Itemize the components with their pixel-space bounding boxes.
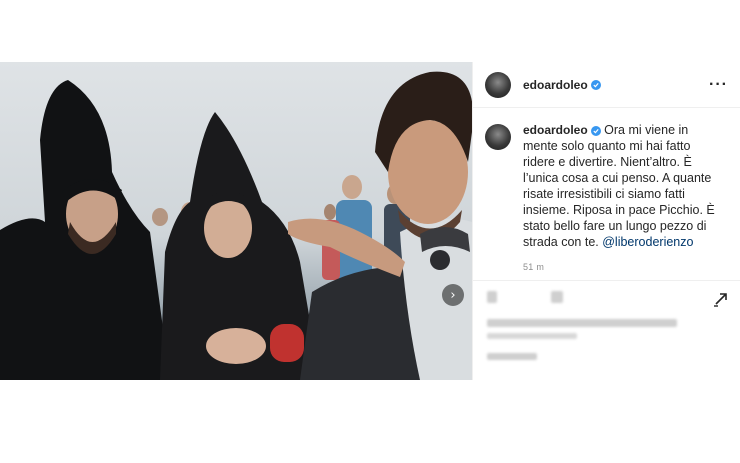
blurred-like-icon[interactable] [487,291,497,303]
avatar[interactable] [485,124,511,150]
post-photo[interactable]: › [0,62,472,380]
post-sidebar: edoardoleo ··· edoardoleo Ora mi viene i… [472,62,740,380]
avatar[interactable] [485,71,511,98]
red-glove [270,324,304,362]
center-monk-hands [206,328,266,364]
verified-badge-icon [590,125,601,136]
caption-text: Ora mi viene in mente solo quanto mi hai… [523,123,715,249]
mention-link[interactable]: @liberoderienzo [602,235,693,249]
carousel-next-button[interactable]: › [442,284,464,306]
background-person [342,175,362,199]
photo-scene [0,71,472,380]
caption-body: edoardoleo Ora mi viene in mente solo qu… [523,122,723,250]
blurred-likes-line [487,333,577,339]
post-timestamp: 51 m [523,262,545,272]
background-person [152,208,168,226]
chevron-right-icon: › [450,287,456,303]
actions-bar [473,280,740,380]
caption-comment: edoardoleo Ora mi viene in mente solo qu… [473,108,740,250]
background-person [324,204,336,220]
post-header: edoardoleo ··· [473,62,740,108]
verified-badge-icon [590,79,601,90]
author-username[interactable]: edoardoleo [523,78,588,92]
blurred-comment-input[interactable] [487,353,537,360]
caption-username[interactable]: edoardoleo [523,123,588,137]
headphones-earcup [430,250,450,270]
blurred-comment-icon[interactable] [551,291,563,303]
blurred-likes-line [487,319,677,327]
more-options-button[interactable]: ··· [709,76,728,92]
center-monk-face [204,198,252,258]
instagram-post: › edoardoleo ··· edoardoleo Ora mi viene… [0,62,740,382]
share-icon[interactable] [713,291,729,307]
